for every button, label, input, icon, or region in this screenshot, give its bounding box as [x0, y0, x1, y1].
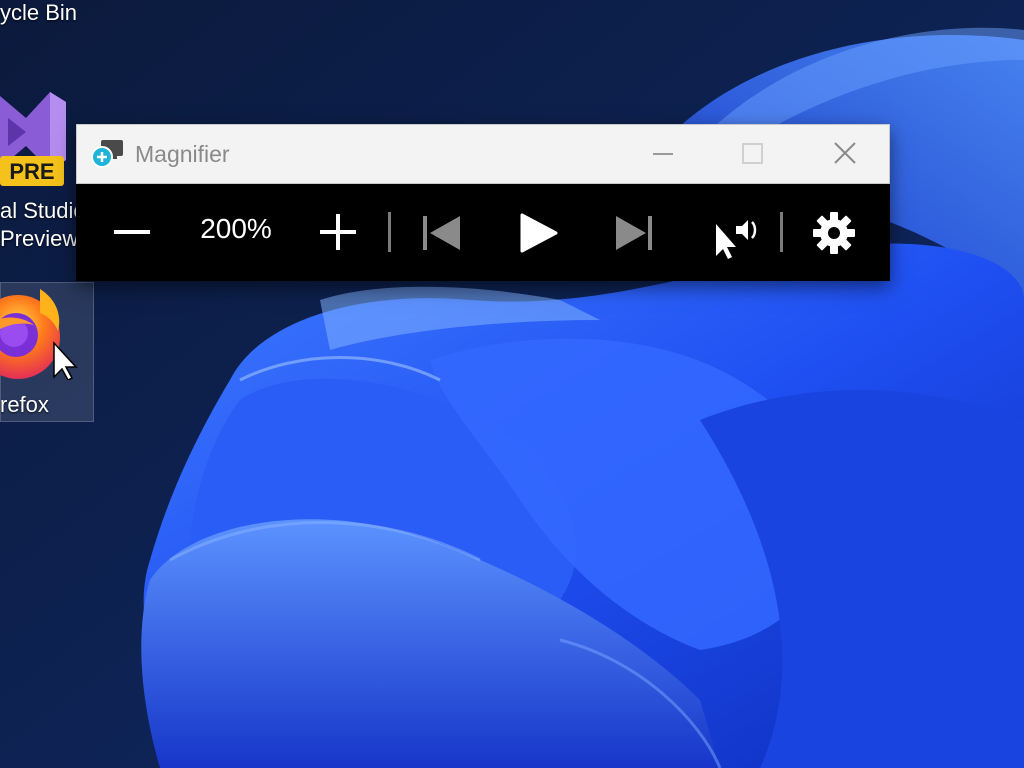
desktop-icon-label-visual-studio-line2[interactable]: Preview	[0, 226, 78, 252]
maximize-button[interactable]	[707, 125, 799, 183]
settings-button[interactable]	[798, 184, 870, 281]
pointer-speaker-icon	[716, 220, 757, 259]
magnifier-app-icon	[91, 140, 123, 168]
window-title: Magnifier	[135, 141, 230, 167]
zoom-level: 200%	[200, 213, 272, 244]
desktop-icon-label-firefox[interactable]: refox	[0, 392, 49, 418]
vs-preview-badge: PRE	[9, 159, 54, 184]
toolbar-separator	[388, 212, 391, 252]
desktop-wallpaper	[0, 0, 1024, 768]
desktop-icon-label-recycle-bin[interactable]: ycle Bin	[0, 0, 77, 26]
previous-button[interactable]	[406, 184, 476, 281]
magnifier-toolbar: 200%	[76, 184, 890, 281]
read-from-here-button[interactable]	[696, 184, 768, 281]
toolbar-separator	[780, 212, 783, 252]
play-button[interactable]	[504, 184, 574, 281]
firefox-icon[interactable]	[0, 285, 90, 380]
title-bar[interactable]: Magnifier	[76, 124, 890, 184]
next-button[interactable]	[600, 184, 670, 281]
close-button[interactable]	[799, 125, 891, 183]
plus-icon	[320, 214, 356, 250]
minus-icon	[114, 230, 150, 234]
visual-studio-icon[interactable]: PRE	[0, 88, 70, 188]
zoom-in-button[interactable]	[304, 184, 372, 281]
magnifier-window: Magnifier 200%	[76, 124, 890, 281]
skip-next-icon	[616, 216, 652, 250]
close-icon	[834, 142, 856, 164]
minimize-icon	[653, 153, 673, 155]
gear-icon	[813, 212, 855, 254]
mouse-cursor-icon	[53, 341, 78, 380]
minimize-button[interactable]	[617, 125, 709, 183]
maximize-icon	[742, 143, 763, 164]
skip-previous-icon	[423, 216, 460, 250]
play-icon	[520, 213, 558, 253]
desktop-icon-label-visual-studio[interactable]: al Studio	[0, 198, 86, 224]
zoom-out-button[interactable]	[98, 184, 166, 281]
